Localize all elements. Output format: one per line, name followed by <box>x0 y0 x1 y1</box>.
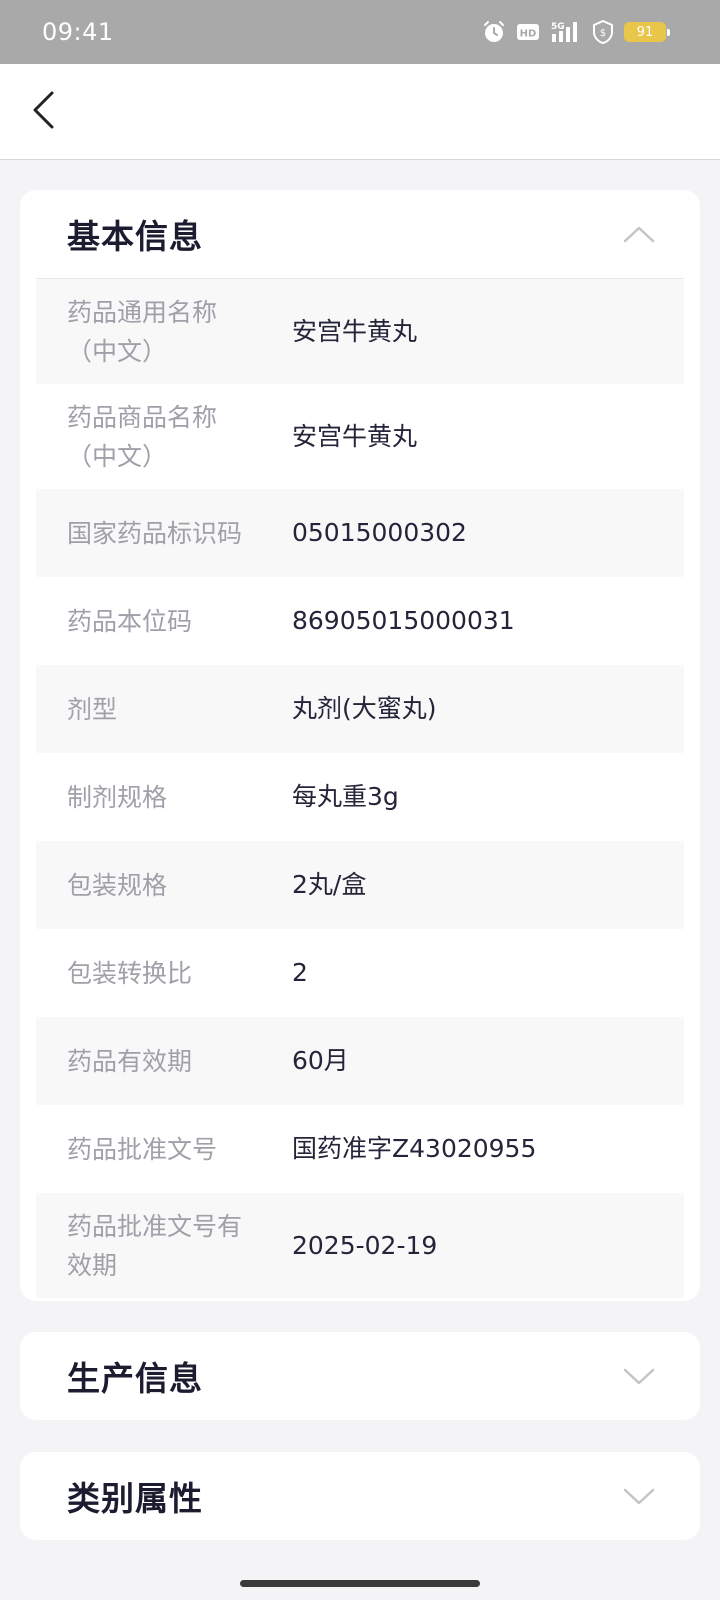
row-value: 每丸重3g <box>292 782 399 811</box>
row-label: 药品有效期 <box>67 1042 292 1081</box>
alarm-icon <box>484 21 504 42</box>
svg-text:5G: 5G <box>551 22 565 32</box>
nav-bar <box>0 64 720 160</box>
label-line: 剂型 <box>67 694 118 724</box>
row-generic-name: 药品通用名称 （中文） 安宫牛黄丸 <box>36 279 684 384</box>
row-preparation-spec: 制剂规格 每丸重3g <box>36 753 684 841</box>
row-label: 药品通用名称 （中文） <box>67 293 292 371</box>
back-arrow-icon <box>33 91 54 129</box>
basic-info-header[interactable]: 基本信息 <box>20 190 700 278</box>
home-indicator[interactable] <box>240 1580 480 1587</box>
chevron-down-icon[interactable] <box>622 1366 656 1386</box>
row-label: 药品商品名称 （中文） <box>67 398 292 476</box>
row-trade-name: 药品商品名称 （中文） 安宫牛黄丸 <box>36 384 684 489</box>
svg-text:HD: HD <box>520 29 537 40</box>
row-value: 05015000302 <box>292 518 467 547</box>
production-info-header[interactable]: 生产信息 <box>20 1332 700 1420</box>
row-package-ratio: 包装转换比 2 <box>36 929 684 1017</box>
row-value: 86905015000031 <box>292 606 515 635</box>
category-attributes-header[interactable]: 类别属性 <box>20 1452 700 1540</box>
production-info-title: 生产信息 <box>67 1359 203 1398</box>
label-line: 药品批准文号有 <box>67 1211 243 1241</box>
hd-icon: HD <box>517 24 539 40</box>
row-value: 2丸/盒 <box>292 870 367 899</box>
row-value: 2 <box>292 958 308 987</box>
row-value: 60月 <box>292 1046 349 1075</box>
row-approval-validity: 药品批准文号有 效期 2025-02-19 <box>36 1193 684 1298</box>
label-line: （中文） <box>67 336 168 366</box>
signal-5g-icon: 5G <box>551 22 577 42</box>
row-shelf-life: 药品有效期 60月 <box>36 1017 684 1105</box>
row-value: 国药准字Z43020955 <box>292 1134 537 1163</box>
basic-info-title: 基本信息 <box>67 217 203 256</box>
basic-info-rows: 药品通用名称 （中文） 安宫牛黄丸 药品商品名称 （中文） 安宫牛黄丸 国家药品… <box>36 279 684 1298</box>
shield-icon: $ <box>593 20 613 44</box>
row-label: 制剂规格 <box>67 778 292 817</box>
row-value: 安宫牛黄丸 <box>292 316 418 346</box>
row-label: 国家药品标识码 <box>67 514 292 553</box>
row-national-drug-code: 国家药品标识码 05015000302 <box>36 489 684 577</box>
battery-icon: 91 <box>624 22 670 42</box>
basic-info-card: 基本信息 药品通用名称 （中文） 安宫牛黄丸 药品商品名称 （中文） 安宫牛黄丸… <box>20 190 700 1301</box>
battery-level: 91 <box>636 24 654 40</box>
row-label: 药品本位码 <box>67 602 292 641</box>
row-label: 药品批准文号 <box>67 1130 292 1169</box>
production-info-card: 生产信息 <box>20 1332 700 1420</box>
row-label: 包装转换比 <box>67 954 292 993</box>
label-line: 制剂规格 <box>67 782 168 812</box>
status-icons: HD 5G $ 91 <box>482 20 670 44</box>
row-value: 丸剂(大蜜丸) <box>292 694 437 723</box>
row-dosage-form: 剂型 丸剂(大蜜丸) <box>36 665 684 753</box>
label-line: 效期 <box>67 1250 118 1280</box>
label-line: 包装转换比 <box>67 958 193 988</box>
row-label: 药品批准文号有 效期 <box>67 1207 292 1285</box>
status-time: 09:41 <box>42 18 114 46</box>
chevron-down-icon[interactable] <box>622 1486 656 1506</box>
label-line: 药品通用名称 <box>67 297 218 327</box>
label-line: 药品本位码 <box>67 606 193 636</box>
label-line: （中文） <box>67 441 168 471</box>
category-attributes-title: 类别属性 <box>67 1479 203 1518</box>
row-package-spec: 包装规格 2丸/盒 <box>36 841 684 929</box>
row-value: 安宫牛黄丸 <box>292 421 418 451</box>
status-bar: 09:41 HD 5G $ 91 <box>0 0 720 64</box>
row-approval-number: 药品批准文号 国药准字Z43020955 <box>36 1105 684 1193</box>
row-label: 剂型 <box>67 690 292 729</box>
svg-text:$: $ <box>600 28 606 39</box>
category-attributes-card: 类别属性 <box>20 1452 700 1540</box>
label-line: 药品商品名称 <box>67 402 218 432</box>
label-line: 包装规格 <box>67 870 168 900</box>
row-value: 2025-02-19 <box>292 1230 438 1260</box>
back-button[interactable] <box>16 82 72 138</box>
row-label: 包装规格 <box>67 866 292 905</box>
label-line: 国家药品标识码 <box>67 518 243 548</box>
chevron-up-icon[interactable] <box>622 224 656 244</box>
row-standard-code: 药品本位码 86905015000031 <box>36 577 684 665</box>
label-line: 药品批准文号 <box>67 1134 218 1164</box>
label-line: 药品有效期 <box>67 1046 193 1076</box>
